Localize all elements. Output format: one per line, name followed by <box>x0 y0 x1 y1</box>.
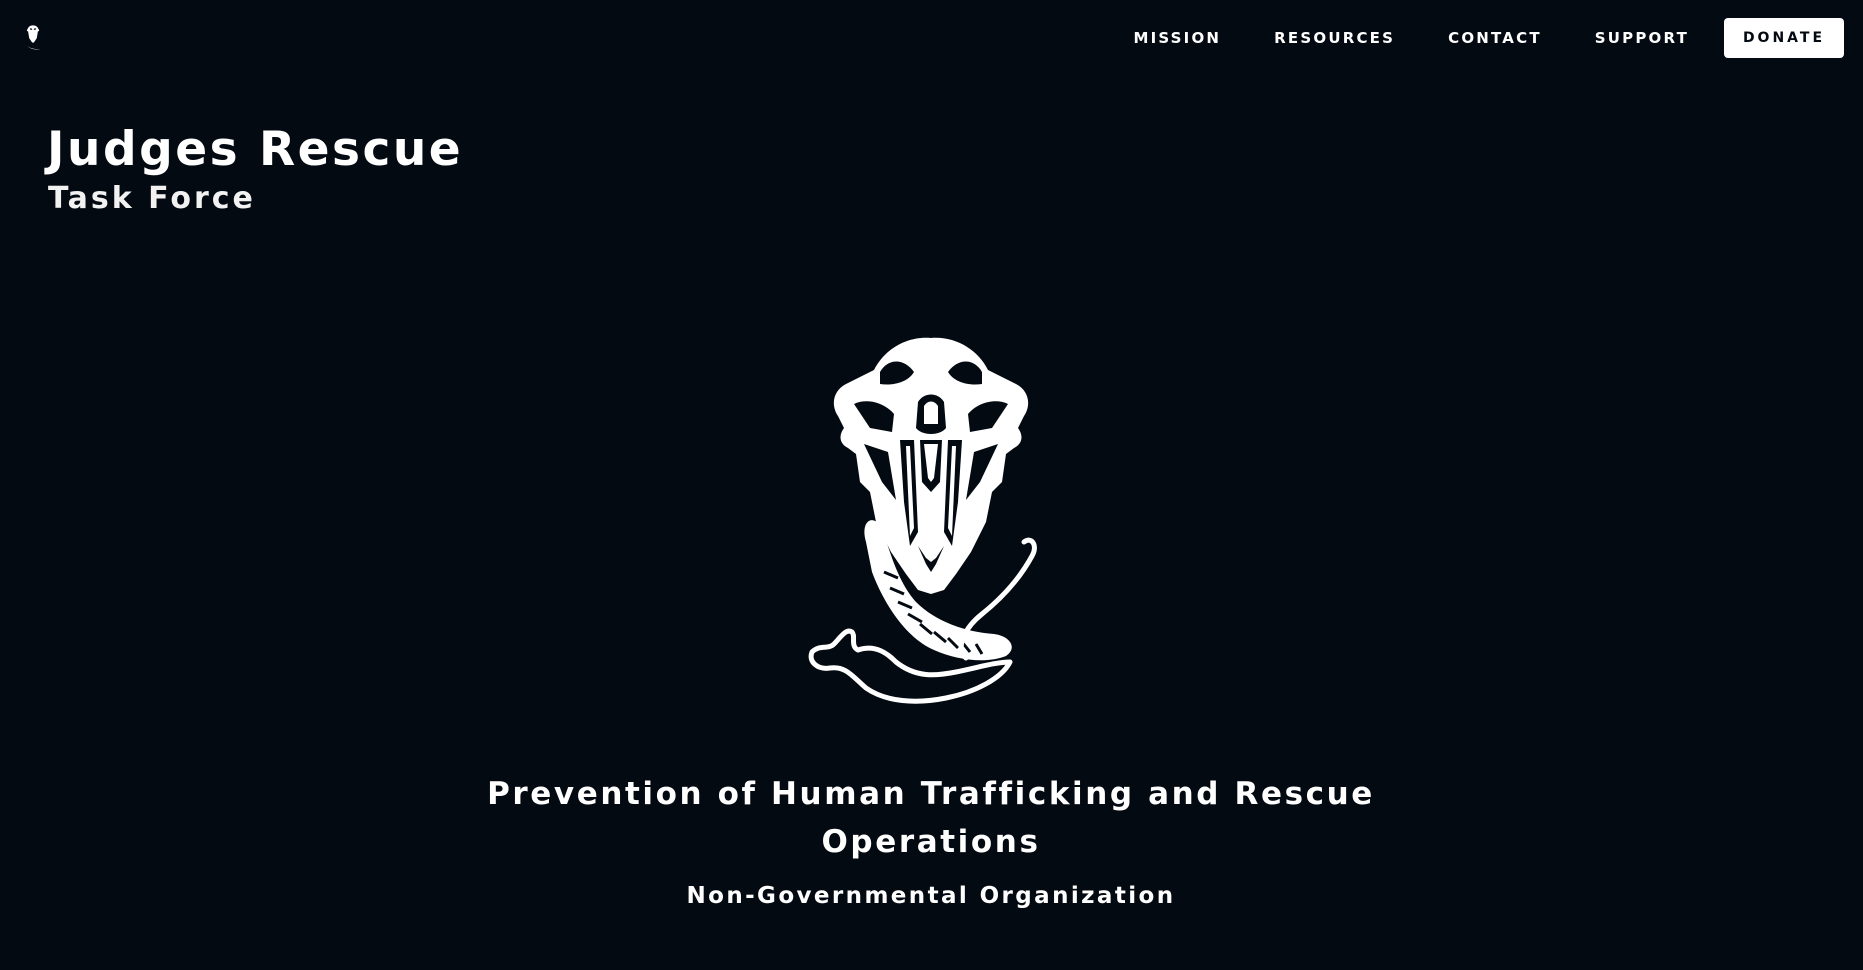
brand-title: Judges Rescue <box>47 122 464 177</box>
hero-heading: Prevention of Human Trafficking and Resc… <box>487 776 1375 860</box>
beast-skull-logo-icon[interactable] <box>19 24 47 52</box>
main-nav: MISSION RESOURCES CONTACT SUPPORT DONATE <box>1133 18 1844 58</box>
beast-skull-emblem-icon <box>808 337 1037 704</box>
nav-link-mission[interactable]: MISSION <box>1133 29 1221 47</box>
nav-link-contact[interactable]: CONTACT <box>1448 29 1542 47</box>
brand-subtitle: Task Force <box>48 181 256 216</box>
nav-link-support[interactable]: SUPPORT <box>1595 29 1689 47</box>
hero-subheading: Non-Governmental Organization <box>686 883 1176 909</box>
donate-button[interactable]: DONATE <box>1724 18 1844 58</box>
nav-link-resources[interactable]: RESOURCES <box>1274 29 1395 47</box>
